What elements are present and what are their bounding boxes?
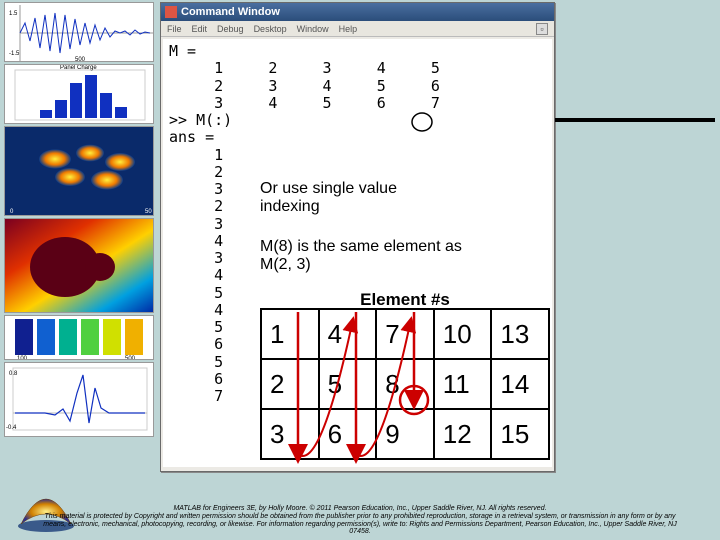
- chart-fractal: [4, 218, 154, 313]
- out-var: M =: [169, 42, 196, 60]
- svg-text:500: 500: [125, 356, 136, 360]
- menu-help[interactable]: Help: [339, 24, 358, 34]
- cell: 5: [319, 359, 377, 409]
- svg-text:500: 500: [75, 57, 86, 62]
- circled-element: [411, 111, 433, 133]
- cell: 2: [261, 359, 319, 409]
- svg-text:50: 50: [145, 209, 152, 215]
- out-cmd: >> M(:): [169, 111, 232, 129]
- chart-gradient: 100 500: [4, 315, 154, 360]
- cell: 3: [261, 409, 319, 459]
- menu-desktop[interactable]: Desktop: [254, 24, 287, 34]
- cell: 8: [376, 359, 434, 409]
- element-table-wrap: Element #s 1 4 7 10 13 2 5 8 11 14 3 6: [260, 290, 550, 460]
- cell: 12: [434, 409, 492, 459]
- cell: 7: [376, 309, 434, 359]
- svg-text:Panel Charge: Panel Charge: [60, 65, 97, 71]
- left-thumbnail-column: 1.5 -1.5 500 Panel Charge: [4, 2, 154, 439]
- chart-surface: 0 50: [4, 126, 154, 216]
- slide: 1.5 -1.5 500 Panel Charge: [0, 0, 720, 540]
- note-2: M(8) is the same element as M(2, 3): [260, 238, 480, 274]
- cell: 1: [261, 309, 319, 359]
- cell: 15: [491, 409, 549, 459]
- chart-signal: 1.5 -1.5 500: [4, 2, 154, 62]
- table-row: 2 5 8 11 14: [261, 359, 549, 409]
- window-titlebar[interactable]: Command Window: [161, 3, 554, 21]
- cell: 8: [385, 369, 399, 399]
- svg-text:100: 100: [17, 356, 28, 360]
- dock-button[interactable]: ▫: [536, 23, 548, 35]
- svg-text:-0.4: -0.4: [6, 425, 17, 431]
- matlab-icon: [165, 6, 177, 18]
- out-col: 1 2 3 2 3 4 3 4 5 4 5 6 5 6 7: [169, 146, 223, 406]
- cell: 6: [319, 409, 377, 459]
- svg-text:1.5: 1.5: [9, 11, 18, 17]
- note-1: Or use single value indexing: [260, 180, 460, 216]
- menu-file[interactable]: File: [167, 24, 182, 34]
- cell: 11: [434, 359, 492, 409]
- cell: 10: [434, 309, 492, 359]
- element-index-table: 1 4 7 10 13 2 5 8 11 14 3 6 9 12 15: [260, 308, 550, 460]
- menu-edit[interactable]: Edit: [192, 24, 208, 34]
- divider: [555, 118, 715, 122]
- cell: 9: [376, 409, 434, 459]
- out-matrix: 1 2 3 4 5 2 3 4 5 6 3 4 5 6 7: [169, 59, 440, 112]
- copyright-line2: This material is protected by Copyright …: [40, 513, 680, 536]
- table-row: 3 6 9 12 15: [261, 409, 549, 459]
- chart-wavelet: 0.8 -0.4: [4, 362, 154, 437]
- cell: 14: [491, 359, 549, 409]
- copyright: MATLAB for Engineers 3E, by Holly Moore.…: [0, 505, 720, 536]
- copyright-line1: MATLAB for Engineers 3E, by Holly Moore.…: [40, 505, 680, 513]
- chart-bar: Panel Charge: [4, 64, 154, 124]
- table-row: 1 4 7 10 13: [261, 309, 549, 359]
- cell: 13: [491, 309, 549, 359]
- cell: 4: [319, 309, 377, 359]
- svg-text:0.8: 0.8: [9, 371, 18, 377]
- out-ans: ans =: [169, 128, 214, 146]
- menu-window[interactable]: Window: [297, 24, 329, 34]
- svg-text:-1.5: -1.5: [9, 51, 20, 57]
- menubar[interactable]: File Edit Debug Desktop Window Help: [161, 21, 554, 37]
- element-table-title: Element #s: [260, 290, 550, 310]
- menu-debug[interactable]: Debug: [217, 24, 244, 34]
- window-title: Command Window: [181, 6, 280, 18]
